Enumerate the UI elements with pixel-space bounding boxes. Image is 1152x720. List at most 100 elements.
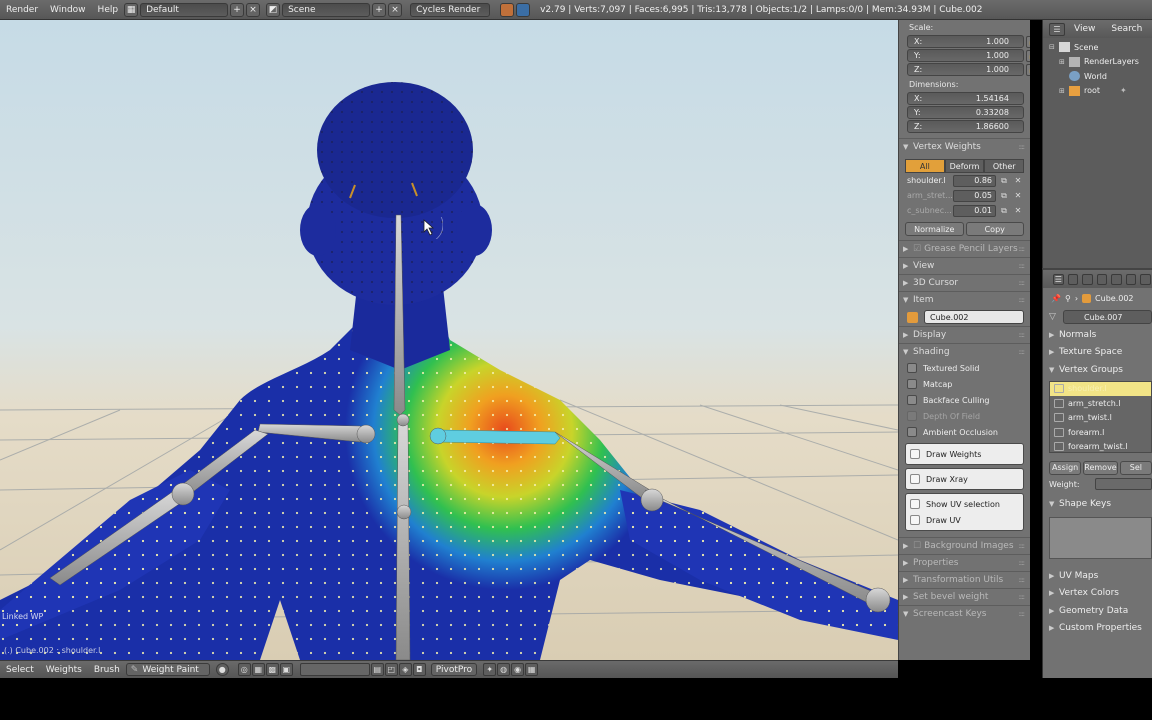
shading-panel-header[interactable]: ▼ Shading:::: — [899, 343, 1030, 360]
backface-culling-checkbox[interactable]: Backface Culling — [907, 392, 1030, 408]
weight-value-field[interactable]: 0.05 — [953, 189, 996, 202]
scene-tab-icon[interactable] — [1096, 273, 1108, 285]
vertex-weights-panel-header[interactable]: ▼ Vertex Weights:::: — [899, 138, 1030, 155]
vertex-group-item[interactable]: shoulder.l — [1050, 381, 1151, 396]
weight-value-field[interactable]: 0.86 — [953, 174, 996, 187]
drag-handle-icon[interactable]: :::: — [1019, 348, 1026, 356]
remove-scene-icon[interactable]: × — [388, 2, 403, 17]
layers-tab-icon[interactable] — [1082, 273, 1093, 285]
set-bevel-weight-header[interactable]: ▶ Set bevel weight:::: — [899, 588, 1030, 605]
shape-keys-list[interactable] — [1049, 517, 1152, 559]
collapse-icon[interactable]: ⊟ — [1049, 43, 1059, 51]
pin-icon[interactable]: ✦ — [483, 663, 497, 676]
vertex-group-item[interactable]: forearm_twist.l — [1050, 440, 1151, 455]
tab-all[interactable]: All — [905, 159, 945, 173]
menu-select[interactable]: Select — [0, 665, 40, 675]
scale-z-field[interactable]: Z: 1.000 🔓 — [907, 63, 1030, 76]
expand-icon[interactable]: ⊞ — [1059, 87, 1069, 95]
vertex-colors-panel-header[interactable]: ▶ Vertex Colors — [1043, 585, 1152, 603]
weight-group-name[interactable]: shoulder.l — [907, 176, 953, 185]
remove-button[interactable]: Remove — [1083, 460, 1118, 475]
copy-weight-icon[interactable]: ⧉ — [998, 205, 1010, 217]
drag-handle-icon[interactable]: :::: — [1019, 593, 1026, 601]
outliner-item-scene[interactable]: ⊟ Scene — [1043, 40, 1152, 55]
screen-layout-icon[interactable]: ▦ — [124, 2, 139, 17]
display-panel-header[interactable]: ▶ Display:::: — [899, 326, 1030, 343]
screencast-keys-header[interactable]: ▼ Screencast Keys:::: — [899, 605, 1030, 622]
copy-button[interactable]: Copy — [965, 222, 1024, 236]
menu-render[interactable]: Render — [0, 5, 44, 15]
delete-weight-icon[interactable]: ✕ — [1012, 205, 1024, 217]
assign-button[interactable]: Assign — [1049, 460, 1082, 475]
vertex-group-item[interactable]: arm_stretch.l — [1050, 396, 1151, 411]
view-panel-header[interactable]: ▶ View:::: — [899, 257, 1030, 274]
grease-pencil-layers-header[interactable]: ▶ ☑ Grease Pencil Layers:::: — [899, 240, 1030, 257]
drag-handle-icon[interactable]: :::: — [1019, 245, 1026, 253]
menu-window[interactable]: Window — [44, 5, 92, 15]
tab-other[interactable]: Other — [984, 159, 1025, 173]
draw-weights-checkbox[interactable]: Draw Weights — [910, 446, 1023, 462]
drag-handle-icon[interactable]: :::: — [1019, 143, 1026, 151]
weight-group-name[interactable]: c_subnec... — [907, 206, 953, 215]
ambient-occlusion-checkbox[interactable]: Ambient Occlusion — [907, 424, 1030, 440]
draw-xray-checkbox[interactable]: Draw Xray — [910, 471, 1023, 487]
delete-weight-icon[interactable]: ✕ — [1012, 175, 1024, 187]
outliner-search-menu[interactable]: Search — [1103, 24, 1150, 34]
checkbox[interactable] — [910, 474, 920, 484]
menu-help[interactable]: Help — [92, 5, 125, 15]
face-mask-icon[interactable]: ▦ — [251, 663, 265, 676]
layout-selector[interactable]: Default — [140, 2, 229, 17]
normals-panel-header[interactable]: ▶ Normals — [1043, 326, 1152, 344]
checkbox-icon[interactable]: ☐ — [913, 541, 921, 551]
occlude-icon[interactable]: ▣ — [279, 663, 293, 676]
checkbox[interactable] — [910, 449, 920, 459]
normalize-button[interactable]: Normalize — [905, 222, 964, 236]
grid-icon[interactable]: ▦ — [525, 663, 539, 676]
3d-cursor-panel-header[interactable]: ▶ 3D Cursor:::: — [899, 274, 1030, 291]
textured-solid-checkbox[interactable]: Textured Solid — [907, 360, 1030, 376]
drag-handle-icon[interactable]: :::: — [1019, 296, 1026, 304]
depth-of-field-checkbox[interactable]: Depth Of Field — [907, 408, 1030, 424]
checkbox[interactable] — [907, 379, 917, 389]
dimensions-z-field[interactable]: Z: 1.86600 — [907, 120, 1024, 133]
lock-camera-icon[interactable]: ▤ — [370, 663, 384, 676]
draw-uv-checkbox[interactable]: Draw UV — [910, 512, 1023, 528]
vertex-groups-panel-header[interactable]: ▼ Vertex Groups — [1043, 361, 1152, 379]
checkbox[interactable] — [907, 427, 917, 437]
copy-weight-icon[interactable]: ⧉ — [998, 175, 1010, 187]
delete-weight-icon[interactable]: ✕ — [1012, 190, 1024, 202]
mesh-data-tab-icon[interactable] — [1140, 273, 1152, 285]
item-panel-header[interactable]: ▼ Item:::: — [899, 291, 1030, 308]
editor-type-icon[interactable]: ☰ — [1053, 273, 1064, 285]
tab-deform[interactable]: Deform — [944, 159, 985, 173]
render-tab-icon[interactable] — [1067, 273, 1079, 285]
object-tab-icon[interactable] — [1125, 273, 1137, 285]
render-engine-selector[interactable]: Cycles Render — [410, 2, 491, 17]
menu-weights[interactable]: Weights — [40, 665, 88, 675]
checkbox[interactable] — [910, 515, 920, 525]
properties-panel-header[interactable]: ▶ Properties:::: — [899, 554, 1030, 571]
custom-properties-panel-header[interactable]: ▶ Custom Properties — [1043, 620, 1152, 638]
vertex-group-item[interactable]: arm_twist.l — [1050, 411, 1151, 426]
drag-handle-icon[interactable]: :::: — [1019, 279, 1026, 287]
scale-x-field[interactable]: X: 1.000 🔓 — [907, 35, 1030, 48]
mesh-data-name-field[interactable]: Cube.007 — [1063, 310, 1152, 324]
lock-icon[interactable]: 🔓 — [1026, 36, 1030, 48]
texture-space-panel-header[interactable]: ▶ Texture Space — [1043, 344, 1152, 362]
geometry-data-panel-header[interactable]: ▶ Geometry Data — [1043, 602, 1152, 620]
viewport-shading-icon[interactable]: ● — [215, 663, 229, 676]
drag-handle-icon[interactable]: :::: — [1019, 576, 1026, 584]
lock-icon[interactable]: 🔓 — [1026, 64, 1030, 76]
sphere-icon[interactable]: ◍ — [497, 663, 511, 676]
mode-selector[interactable]: ✎ Weight Paint — [125, 663, 210, 676]
drag-handle-icon[interactable]: :::: — [1019, 331, 1026, 339]
transformation-utils-header[interactable]: ▶ Transformation Utils:::: — [899, 571, 1030, 588]
expand-icon[interactable]: ⊞ — [1059, 58, 1069, 66]
add-layout-icon[interactable]: + — [230, 2, 245, 17]
drag-handle-icon[interactable]: :::: — [1019, 262, 1026, 270]
show-uv-selection-checkbox[interactable]: Show UV selection — [910, 496, 1023, 512]
shape-keys-panel-header[interactable]: ▼ Shape Keys — [1043, 496, 1152, 514]
render-icon[interactable] — [500, 2, 515, 17]
copy-weight-icon[interactable]: ⧉ — [998, 190, 1010, 202]
outliner-item-world[interactable]: World — [1043, 69, 1152, 84]
